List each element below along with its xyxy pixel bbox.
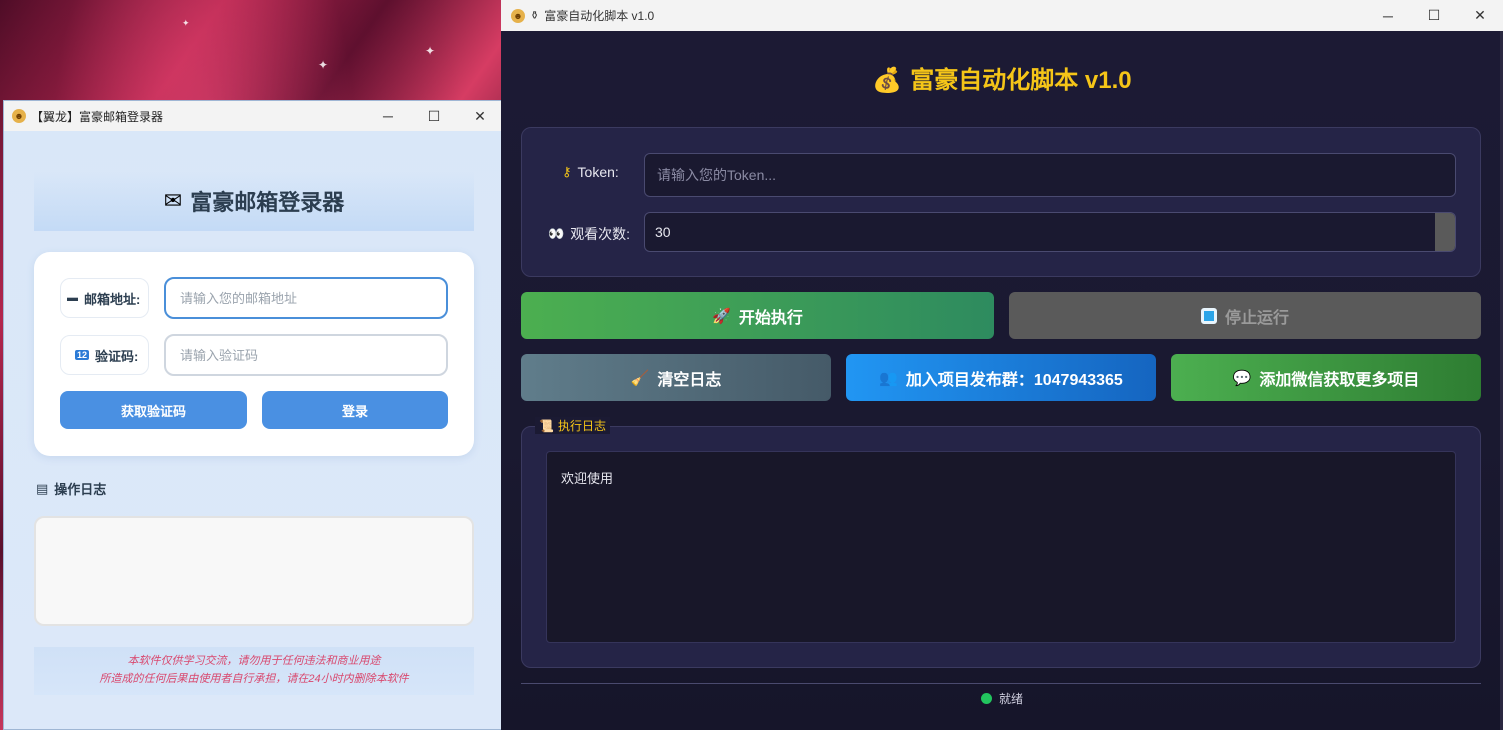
- code-input[interactable]: [164, 334, 448, 376]
- app-icon: ☻: [12, 109, 26, 123]
- people-icon: 👥: [879, 369, 898, 387]
- execution-log-title: 📜 执行日志: [535, 417, 610, 434]
- speech-bubble-icon: 💬: [1232, 369, 1252, 387]
- spinbox-arrows[interactable]: [1435, 213, 1455, 251]
- views-spinbox[interactable]: 30: [644, 212, 1456, 252]
- disclaimer-line-2: 所造成的任何后果由使用者自行承担，请在24小时内删除本软件: [99, 673, 409, 685]
- operation-log-label: 操作日志: [54, 482, 107, 497]
- execution-log-label: 执行日志: [557, 419, 606, 433]
- key-icon: ⚷: [562, 164, 572, 179]
- token-label: ⚷ Token:: [562, 164, 619, 180]
- sparkle-icon: ✦: [425, 44, 436, 58]
- disclaimer: 本软件仅供学习交流，请勿用于任何违法和商业用途 所造成的任何后果由使用者自行承担…: [34, 647, 474, 695]
- settings-panel: ⚷ Token: 👀 观看次数: 30: [521, 127, 1481, 277]
- email-label: ▬ 邮箱地址:: [60, 278, 149, 318]
- page-header: 💰 富豪自动化脚本 v1.0: [501, 60, 1503, 95]
- page-title: 富豪邮箱登录器: [190, 190, 345, 215]
- minimize-button[interactable]: ─: [1365, 1, 1411, 31]
- status-bar: 就绪: [981, 690, 1023, 707]
- login-card: ▬ 邮箱地址: 12 验证码: 获取验证码 登录: [34, 252, 474, 456]
- window-title: 【翼龙】富豪邮箱登录器: [31, 109, 164, 124]
- status-indicator-icon: [981, 693, 992, 704]
- stop-button[interactable]: 停止运行: [1009, 292, 1481, 339]
- money-bag-icon: 💰: [872, 67, 903, 94]
- operation-log-title: ▤ 操作日志: [36, 479, 106, 498]
- login-button[interactable]: 登录: [262, 391, 448, 429]
- numbers-icon: 12: [75, 350, 90, 360]
- maximize-button[interactable]: ☐: [1411, 1, 1457, 31]
- join-group-label: 加入项目发布群：1047943365: [905, 371, 1123, 389]
- clear-log-button[interactable]: 🧹 清空日志: [521, 354, 831, 401]
- join-group-button[interactable]: 👥 加入项目发布群：1047943365: [846, 354, 1156, 401]
- money-bag-icon: ⚱: [530, 10, 540, 22]
- title-bar: ☻ ⚱ 富豪自动化脚本 v1.0 ─ ☐ ✕: [501, 0, 1503, 31]
- status-text: 就绪: [999, 692, 1024, 706]
- automation-script-window: ☻ ⚱ 富豪自动化脚本 v1.0 ─ ☐ ✕ 💰 富豪自动化脚本 v1.0 ⚷ T…: [501, 0, 1503, 730]
- page-header: ✉ 富豪邮箱登录器: [34, 171, 474, 231]
- close-button[interactable]: ✕: [1457, 1, 1503, 31]
- token-label-text: Token:: [577, 164, 619, 180]
- title-bar: ☻ 【翼龙】富豪邮箱登录器 ─ ☐ ✕: [4, 101, 503, 131]
- views-label: 👀 观看次数:: [548, 224, 630, 244]
- clipboard-icon: ▤: [36, 480, 49, 496]
- log-line: 欢迎使用: [561, 471, 614, 486]
- id-card-icon: ▬: [67, 292, 78, 304]
- disclaimer-line-1: 本软件仅供学习交流，请勿用于任何违法和商业用途: [127, 655, 381, 667]
- stop-icon: [1200, 307, 1217, 324]
- app-icon: ☻: [511, 8, 525, 23]
- views-label-text: 观看次数:: [570, 226, 631, 242]
- rocket-icon: 🚀: [712, 307, 731, 325]
- page-title: 富豪自动化脚本 v1.0: [910, 67, 1132, 94]
- code-label-text: 验证码:: [95, 348, 139, 364]
- email-input[interactable]: [164, 277, 448, 319]
- execution-log-box[interactable]: 欢迎使用: [546, 451, 1456, 643]
- email-label-text: 邮箱地址:: [84, 291, 141, 307]
- sparkle-icon: ✦: [318, 58, 329, 72]
- eyes-icon: 👀: [548, 226, 565, 241]
- wechat-button[interactable]: 💬 添加微信获取更多项目: [1171, 354, 1481, 401]
- maximize-button[interactable]: ☐: [411, 101, 457, 131]
- clear-log-label: 清空日志: [657, 371, 722, 389]
- start-button-label: 开始执行: [738, 309, 803, 327]
- code-label: 12 验证码:: [60, 335, 149, 375]
- views-value: 30: [655, 224, 671, 240]
- minimize-button[interactable]: ─: [365, 101, 411, 131]
- divider: [521, 683, 1481, 684]
- close-button[interactable]: ✕: [457, 101, 503, 131]
- operation-log-box[interactable]: [34, 516, 474, 626]
- get-code-button[interactable]: 获取验证码: [60, 391, 247, 429]
- window-title: 富豪自动化脚本 v1.0: [544, 9, 655, 23]
- scroll-icon: 📜: [539, 418, 554, 433]
- start-button[interactable]: 🚀 开始执行: [521, 292, 994, 339]
- wechat-label: 添加微信获取更多项目: [1259, 371, 1420, 389]
- token-input[interactable]: [644, 153, 1456, 197]
- email-login-window: ☻ 【翼龙】富豪邮箱登录器 ─ ☐ ✕ ✉ 富豪邮箱登录器 ▬ 邮箱地址: 12…: [3, 100, 504, 730]
- broom-icon: 🧹: [630, 369, 650, 387]
- sparkle-icon: ✦: [182, 18, 190, 28]
- stop-button-label: 停止运行: [1224, 309, 1289, 327]
- envelope-icon: ✉: [163, 188, 183, 213]
